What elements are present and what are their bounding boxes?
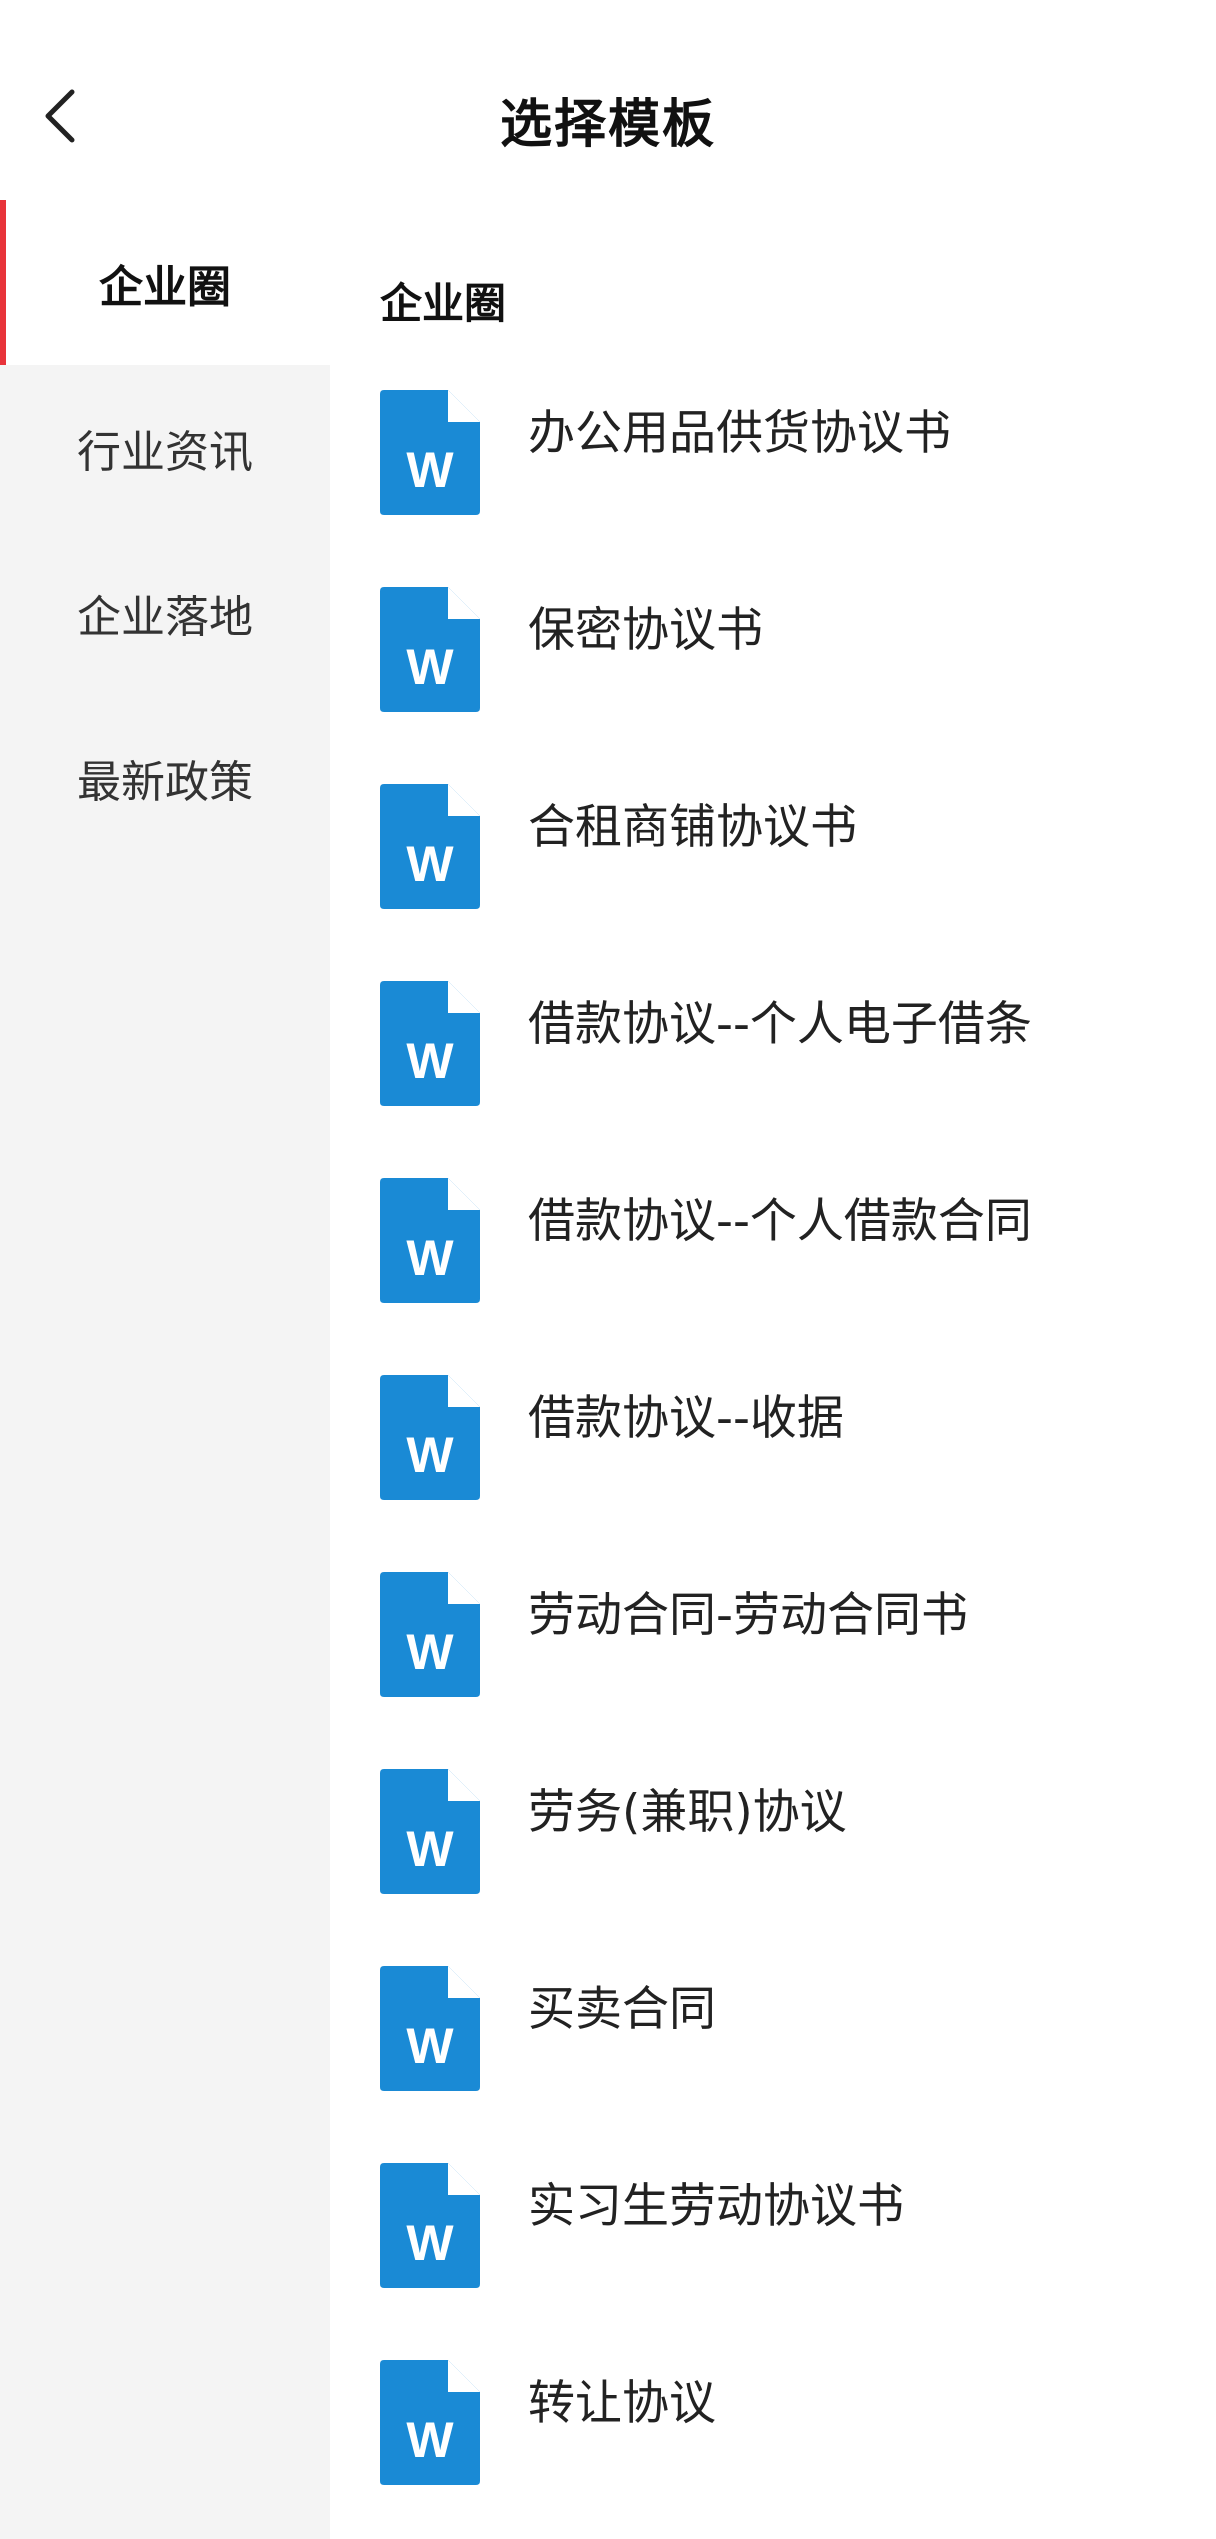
template-list: 企业圈 W 办公用品供货协议书 W 保密协议书 W 合租商铺协议书 W 借款协议… [330,200,1216,2539]
list-item[interactable]: W 办公用品供货协议书 [380,390,1210,520]
word-document-icon: W [380,2360,480,2485]
list-item[interactable]: W 劳务(兼职)协议 [380,1769,1210,1899]
word-document-icon: W [380,1375,480,1500]
section-title: 企业圈 [380,279,507,328]
document-name: 买卖合同 [528,1982,716,2037]
document-name: 保密协议书 [528,603,763,658]
list-item[interactable]: W 实习生劳动协议书 [380,2163,1210,2293]
word-document-icon: W [380,390,480,515]
document-name: 借款协议--收据 [528,1391,844,1446]
document-name: 劳务(兼职)协议 [528,1785,847,1840]
svg-text:W: W [406,2215,454,2271]
svg-text:W: W [406,639,454,695]
document-name: 实习生劳动协议书 [528,2179,904,2234]
svg-text:W: W [406,1427,454,1483]
document-name: 借款协议--个人电子借条 [528,997,1032,1052]
sidebar-item-industry-news[interactable]: 行业资讯 [0,365,330,530]
list-item[interactable]: W 借款协议--收据 [380,1375,1210,1505]
word-document-icon: W [380,1178,480,1303]
svg-text:W: W [406,2412,454,2468]
sidebar-item-label: 企业落地 [77,591,253,643]
document-name: 合租商铺协议书 [528,800,857,855]
list-item[interactable]: W 借款协议--个人借款合同 [380,1178,1210,1308]
word-document-icon: W [380,981,480,1106]
sidebar-item-enterprise-landing[interactable]: 企业落地 [0,530,330,695]
list-item[interactable]: W 借款协议--个人电子借条 [380,981,1210,1111]
word-document-icon: W [380,784,480,909]
sidebar-item-label: 最新政策 [77,756,253,808]
word-document-icon: W [380,587,480,712]
document-name: 借款协议--个人借款合同 [528,1194,1032,1249]
sidebar-item-enterprise-circle[interactable]: 企业圈 [0,200,330,365]
word-document-icon: W [380,1966,480,2091]
page-title: 选择模板 [499,95,716,155]
sidebar-item-latest-policy[interactable]: 最新政策 [0,695,330,860]
list-item[interactable]: W 转让协议 [380,2360,1210,2490]
svg-text:W: W [406,1230,454,1286]
sidebar-item-label: 行业资讯 [77,426,253,478]
document-name: 劳动合同-劳动合同书 [528,1588,968,1643]
svg-text:W: W [406,836,454,892]
word-document-icon: W [380,1572,480,1697]
list-item[interactable]: W 买卖合同 [380,1966,1210,2096]
sidebar: 企业圈 行业资讯 企业落地 最新政策 [0,200,330,2539]
list-item[interactable]: W 保密协议书 [380,587,1210,717]
list-item[interactable]: W 合租商铺协议书 [380,784,1210,914]
list-item[interactable]: W 劳动合同-劳动合同书 [380,1572,1210,1702]
word-document-icon: W [380,2163,480,2288]
svg-text:W: W [406,1821,454,1877]
svg-text:W: W [406,2018,454,2074]
document-name: 办公用品供货协议书 [528,406,951,461]
word-document-icon: W [380,1769,480,1894]
svg-text:W: W [406,1624,454,1680]
active-indicator [0,200,6,365]
header: 选择模板 [0,0,1216,200]
svg-text:W: W [406,442,454,498]
svg-text:W: W [406,1033,454,1089]
sidebar-item-label: 企业圈 [99,261,231,313]
document-name: 转让协议 [528,2376,716,2431]
